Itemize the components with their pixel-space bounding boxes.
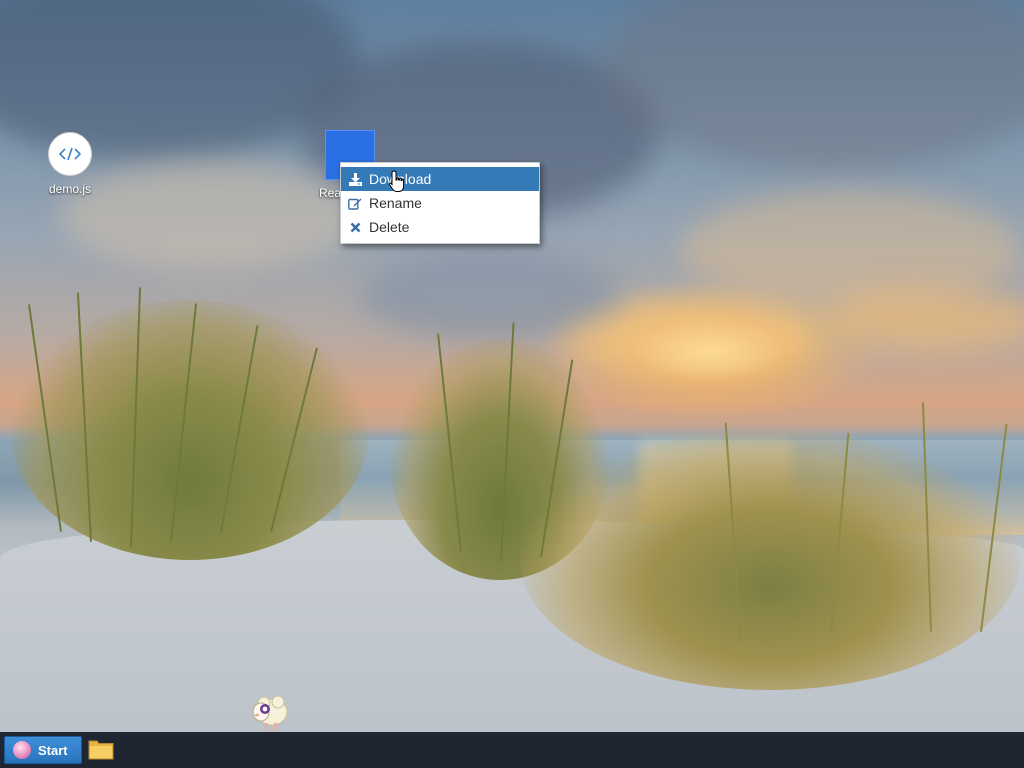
context-menu-item-label: Delete [369, 219, 410, 235]
start-button-label: Start [38, 742, 68, 758]
hand-cursor-icon [388, 170, 408, 199]
context-menu-item-delete[interactable]: Delete [341, 215, 539, 239]
download-icon [341, 172, 369, 186]
start-button[interactable]: Start [4, 736, 82, 764]
taskbar: Start [0, 732, 1024, 768]
desktop-wallpaper[interactable]: demo.js Rea [0, 0, 1024, 732]
edit-icon [341, 197, 369, 210]
context-menu: Download Rename Delete [340, 162, 540, 244]
context-menu-item-rename[interactable]: Rename [341, 191, 539, 215]
grass-blades [0, 0, 1024, 732]
desktop-file-label: demo.js [48, 182, 92, 196]
folder-icon [88, 740, 114, 764]
desktop-file-demo-js[interactable]: demo.js [35, 132, 105, 196]
context-menu-item-download[interactable]: Download [341, 167, 539, 191]
desktop-file-label: Rea [319, 186, 342, 200]
code-icon [48, 132, 92, 176]
close-icon [341, 222, 369, 233]
taskbar-folder-button[interactable] [88, 738, 114, 765]
start-orb-icon [13, 741, 31, 759]
